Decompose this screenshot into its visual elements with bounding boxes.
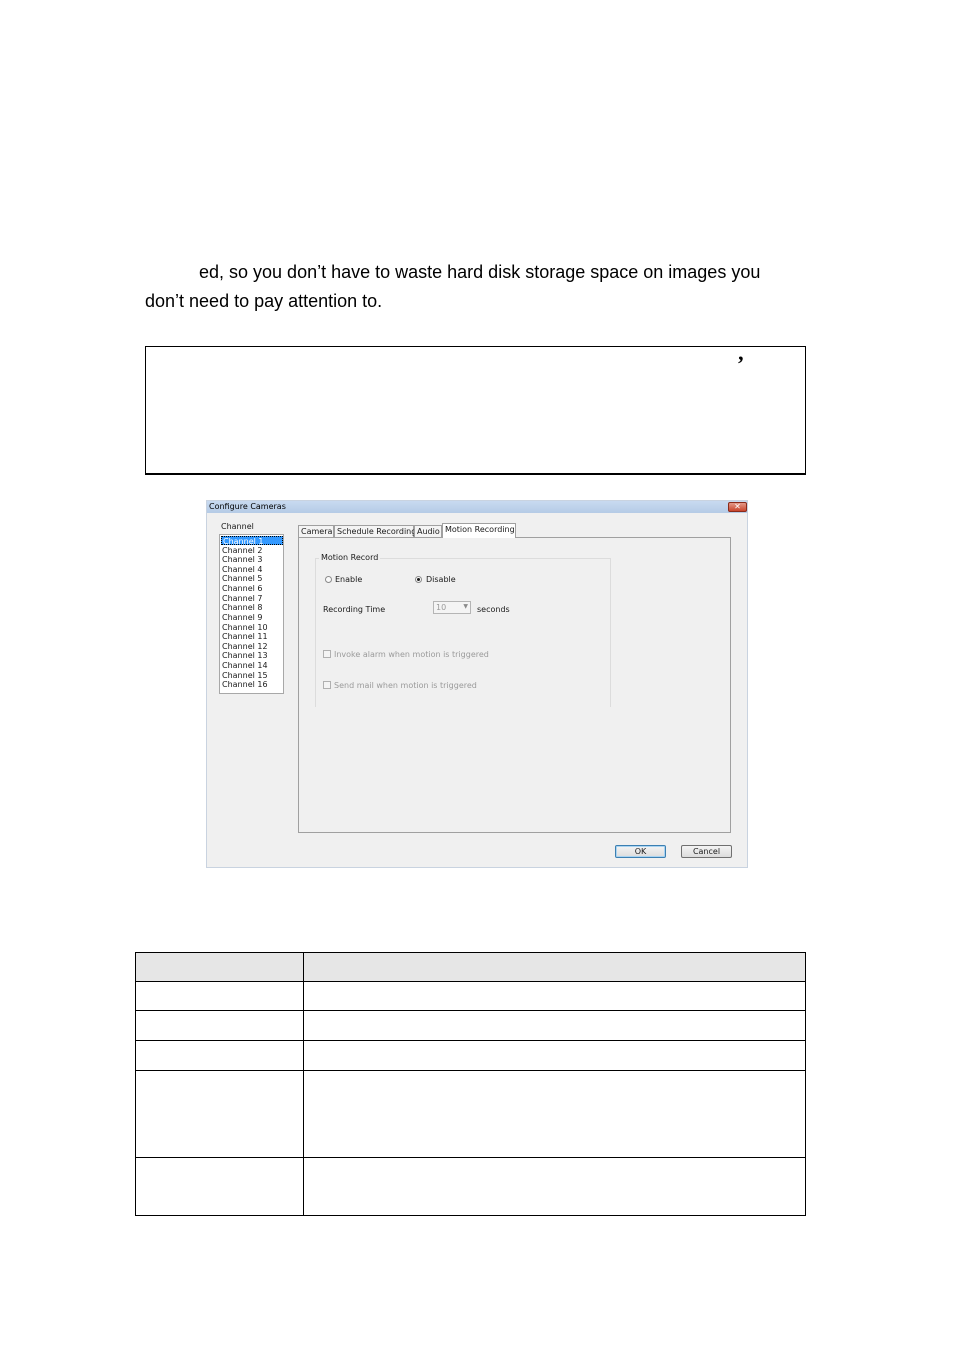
channel-item[interactable]: Channel 13 xyxy=(221,651,283,660)
table-cell xyxy=(135,1010,304,1041)
table-cell xyxy=(303,981,806,1011)
enable-radio[interactable] xyxy=(325,576,332,583)
dialog-titlebar[interactable]: Configure Cameras ✕ xyxy=(207,501,747,513)
send-mail-label: Send mail when motion is triggered xyxy=(334,681,477,690)
table-header-cell xyxy=(303,952,806,982)
enable-label: Enable xyxy=(335,575,363,584)
motion-record-group-label: Motion Record xyxy=(319,553,381,562)
invoke-alarm-label: Invoke alarm when motion is triggered xyxy=(334,650,489,659)
table-cell xyxy=(303,1070,806,1158)
body-paragraph: ed, so you don’t have to waste hard disk… xyxy=(145,258,805,316)
channel-item[interactable]: Channel 10 xyxy=(221,623,283,632)
channel-item[interactable]: Channel 9 xyxy=(221,613,283,622)
channel-item[interactable]: Channel 3 xyxy=(221,555,283,564)
channel-item[interactable]: Channel 14 xyxy=(221,661,283,670)
tab-motion-recording[interactable]: Motion Recording xyxy=(442,523,516,538)
close-button[interactable]: ✕ xyxy=(728,502,747,512)
table-cell xyxy=(135,1157,304,1216)
channel-item[interactable]: Channel 12 xyxy=(221,642,283,651)
table-row xyxy=(135,1040,806,1071)
close-icon: ✕ xyxy=(734,502,741,511)
dialog-title: Configure Cameras xyxy=(209,502,286,511)
recording-time-select[interactable]: 10 ▼ xyxy=(433,601,471,614)
channel-item[interactable]: Channel 15 xyxy=(221,671,283,680)
table-cell xyxy=(303,1040,806,1071)
configure-cameras-dialog: Configure Cameras ✕ Channel Channel 1 Ch… xyxy=(206,500,748,868)
ok-button[interactable]: OK xyxy=(615,845,666,858)
channel-item[interactable]: Channel 2 xyxy=(221,546,283,555)
table-row xyxy=(135,1010,806,1041)
recording-time-label: Recording Time xyxy=(323,605,386,614)
note-box: ’ xyxy=(145,346,806,475)
table-cell xyxy=(135,1040,304,1071)
cancel-button[interactable]: Cancel xyxy=(681,845,732,858)
paragraph-line-1: ed, so you don’t have to waste hard disk… xyxy=(199,262,761,282)
channel-item[interactable]: Channel 5 xyxy=(221,574,283,583)
table-cell xyxy=(303,1157,806,1216)
channel-item[interactable]: Channel 1 xyxy=(221,536,283,546)
motion-recording-panel: Motion Record Enable Disable Recording T… xyxy=(298,537,731,833)
channel-label: Channel xyxy=(221,522,254,531)
settings-table xyxy=(135,952,806,1216)
table-cell xyxy=(135,981,304,1011)
tab-audio[interactable]: Audio xyxy=(414,525,442,537)
table-cell xyxy=(303,1010,806,1041)
recording-time-value: 10 xyxy=(436,603,447,612)
motion-record-group: Motion Record Enable Disable Recording T… xyxy=(315,553,611,707)
note-mark: ’ xyxy=(737,351,745,376)
channel-list[interactable]: Channel 1 Channel 2 Channel 3 Channel 4 … xyxy=(219,534,284,694)
invoke-alarm-checkbox[interactable] xyxy=(323,650,331,658)
table-cell xyxy=(135,1070,304,1158)
send-mail-checkbox[interactable] xyxy=(323,681,331,689)
tab-schedule-recording[interactable]: Schedule Recording xyxy=(334,525,416,537)
table-header-row xyxy=(135,952,806,982)
channel-item[interactable]: Channel 4 xyxy=(221,565,283,574)
table-row xyxy=(135,1070,806,1158)
disable-radio[interactable] xyxy=(415,576,422,583)
channel-item[interactable]: Channel 16 xyxy=(221,680,283,689)
table-header-cell xyxy=(135,952,304,982)
channel-item[interactable]: Channel 6 xyxy=(221,584,283,593)
chevron-down-icon: ▼ xyxy=(463,603,468,610)
disable-label: Disable xyxy=(426,575,456,584)
table-row xyxy=(135,981,806,1011)
channel-item[interactable]: Channel 7 xyxy=(221,594,283,603)
paragraph-line-2: don’t need to pay attention to. xyxy=(145,291,383,311)
seconds-label: seconds xyxy=(477,605,510,614)
channel-item[interactable]: Channel 8 xyxy=(221,603,283,612)
tab-camera[interactable]: Camera xyxy=(298,525,334,537)
table-row xyxy=(135,1157,806,1216)
channel-item[interactable]: Channel 11 xyxy=(221,632,283,641)
